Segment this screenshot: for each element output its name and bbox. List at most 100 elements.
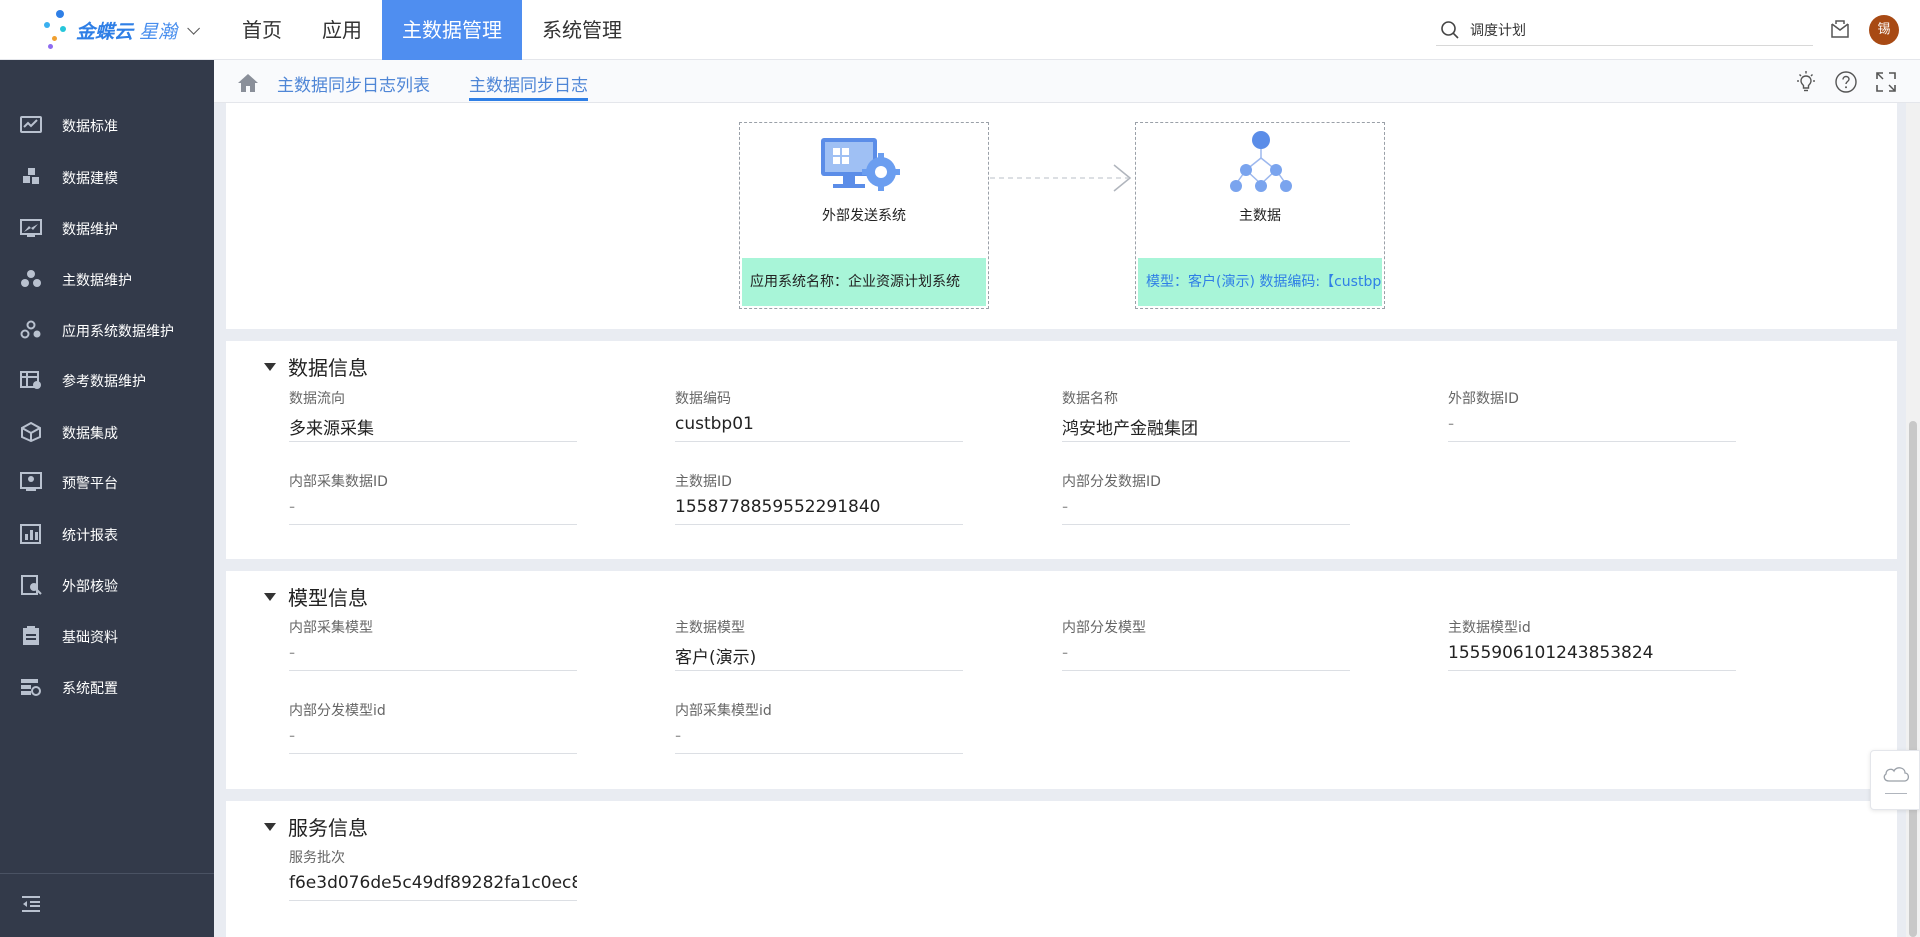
nav-apps[interactable]: 应用	[302, 0, 382, 60]
source-system-label: 外部发送系统	[822, 208, 906, 224]
sidebar-item-label: 数据集成	[62, 426, 118, 442]
sidebar-item-label: 基础资料	[62, 630, 118, 646]
scrollbar-thumb[interactable]	[1909, 421, 1917, 937]
field-value: 1555906101243853824	[1448, 643, 1736, 671]
field-value: -	[1448, 414, 1736, 442]
field-value: 鸿安地产金融集团	[1062, 414, 1350, 442]
reference-data-icon	[20, 371, 41, 389]
field-label: 数据名称	[1062, 391, 1118, 407]
brand-name: 金蝶云 星瀚	[76, 20, 178, 43]
tab-sync-log[interactable]: 主数据同步日志	[469, 71, 588, 101]
field-service-batch: 服务批次 f6e3d076de5c49df89282fa1c0ec83d5	[289, 847, 577, 901]
nav-system[interactable]: 系统管理	[522, 0, 642, 60]
master-data-network-icon	[1230, 131, 1292, 192]
sidebar-item-reference-data[interactable]: 参考数据维护	[0, 360, 214, 400]
cloud-widget[interactable]	[1870, 750, 1920, 810]
sidebar-item-alert-platform[interactable]: 预警平台	[0, 462, 214, 502]
field-label: 服务批次	[289, 850, 345, 866]
help-icon[interactable]	[1834, 70, 1858, 94]
master-data-node: 主数据 模型：客户(演示) 数据编码:【custbp01】	[1135, 122, 1385, 309]
data-maintenance-icon	[20, 219, 42, 237]
collapse-caret-icon[interactable]	[264, 362, 276, 371]
sidebar-item-label: 数据维护	[62, 222, 118, 238]
chevron-down-icon[interactable]	[187, 21, 201, 35]
field-label: 主数据ID	[675, 474, 732, 490]
sidebar-item-system-config[interactable]: 系统配置	[0, 667, 214, 707]
flow-panel: 外部发送系统 应用系统名称：企业资源计划系统 主数据 模型：客户(演示) 数据编…	[226, 103, 1897, 329]
field-value: -	[289, 726, 577, 754]
lightbulb-icon[interactable]	[1794, 70, 1818, 94]
search-input[interactable]	[1470, 21, 1770, 38]
app-system-data-icon	[20, 320, 41, 339]
sidebar-item-label: 数据标准	[62, 119, 118, 135]
field-internal-distribute-model: 内部分发模型 -	[1062, 617, 1350, 671]
field-value: -	[289, 497, 577, 525]
search-icon[interactable]	[1440, 20, 1460, 40]
field-label: 内部采集模型	[289, 620, 373, 636]
model-info-panel: 模型信息 内部采集模型 - 主数据模型 客户(演示) 内部分发模型 - 主数据模…	[226, 571, 1897, 789]
section-title: 数据信息	[288, 356, 368, 380]
brand-logo[interactable]: 金蝶云 星瀚	[40, 10, 201, 50]
sidebar-item-label: 系统配置	[62, 681, 118, 697]
report-icon	[20, 524, 41, 544]
flow-arrow-icon	[990, 164, 1132, 192]
master-data-label: 主数据	[1239, 208, 1281, 224]
sidebar-item-label: 预警平台	[62, 476, 118, 492]
field-value: -	[675, 726, 963, 754]
base-data-icon	[23, 626, 39, 645]
mail-icon[interactable]	[1829, 18, 1851, 40]
external-check-icon	[21, 575, 42, 595]
avatar[interactable]: 锡	[1869, 15, 1899, 45]
field-label: 内部分发数据ID	[1062, 474, 1161, 490]
field-value: 客户(演示)	[675, 643, 963, 671]
sidebar-item-app-system-data[interactable]: 应用系统数据维护	[0, 310, 214, 350]
field-internal-distribute-data-id: 内部分发数据ID -	[1062, 471, 1350, 525]
data-info-header[interactable]: 数据信息	[264, 352, 368, 381]
field-label: 外部数据ID	[1448, 391, 1519, 407]
field-value: -	[1062, 643, 1350, 671]
nav-master-data[interactable]: 主数据管理	[382, 0, 522, 60]
field-master-data-model: 主数据模型 客户(演示)	[675, 617, 963, 671]
section-title: 模型信息	[288, 586, 368, 610]
sidebar-item-data-standard[interactable]: 数据标准	[0, 105, 214, 145]
field-data-code: 数据编码 custbp01	[675, 388, 963, 442]
cloud-icon	[1883, 767, 1910, 782]
sidebar-item-data-maintenance[interactable]: 数据维护	[0, 208, 214, 248]
sidebar-item-report[interactable]: 统计报表	[0, 514, 214, 554]
nav-home[interactable]: 首页	[222, 0, 302, 60]
field-label: 数据流向	[289, 391, 345, 407]
sidebar-item-label: 统计报表	[62, 528, 118, 544]
service-info-header[interactable]: 服务信息	[264, 812, 368, 841]
sidebar-item-data-integration[interactable]: 数据集成	[0, 412, 214, 452]
sidebar: 数据标准 数据建模 数据维护 主数据维护 应用系统数据维护 参考数据维护 数据集…	[0, 60, 214, 937]
section-title: 服务信息	[288, 816, 368, 840]
alert-platform-icon	[20, 472, 42, 491]
field-label: 内部采集数据ID	[289, 474, 388, 490]
widget-divider	[1885, 793, 1907, 794]
sidebar-item-base-data[interactable]: 基础资料	[0, 616, 214, 656]
data-info-panel: 数据信息 数据流向 多来源采集 数据编码 custbp01 数据名称 鸿安地产金…	[226, 341, 1897, 559]
data-modeling-icon	[23, 168, 39, 184]
field-label: 数据编码	[675, 391, 731, 407]
main-nav: 首页 应用 主数据管理 系统管理	[222, 0, 642, 60]
sidebar-item-label: 应用系统数据维护	[62, 324, 174, 340]
home-icon[interactable]	[236, 72, 260, 94]
collapse-menu-icon[interactable]	[20, 894, 42, 914]
field-master-data-id: 主数据ID 1558778859552291840	[675, 471, 963, 525]
sidebar-item-data-modeling[interactable]: 数据建模	[0, 157, 214, 197]
fullscreen-icon[interactable]	[1874, 70, 1898, 94]
sidebar-item-master-data[interactable]: 主数据维护	[0, 259, 214, 299]
logo-icon	[40, 10, 72, 50]
field-label: 主数据模型id	[1448, 620, 1531, 636]
field-label: 内部采集模型id	[675, 703, 772, 719]
vertical-scrollbar[interactable]	[1906, 103, 1920, 937]
field-internal-distribute-model-id: 内部分发模型id -	[289, 700, 577, 754]
field-value: 1558778859552291840	[675, 497, 963, 525]
sidebar-item-external-check[interactable]: 外部核验	[0, 565, 214, 605]
collapse-caret-icon[interactable]	[264, 822, 276, 831]
field-external-data-id: 外部数据ID -	[1448, 388, 1736, 442]
collapse-caret-icon[interactable]	[264, 592, 276, 601]
field-value: f6e3d076de5c49df89282fa1c0ec83d5	[289, 873, 577, 901]
model-info-header[interactable]: 模型信息	[264, 582, 368, 611]
tab-sync-log-list[interactable]: 主数据同步日志列表	[277, 71, 430, 96]
